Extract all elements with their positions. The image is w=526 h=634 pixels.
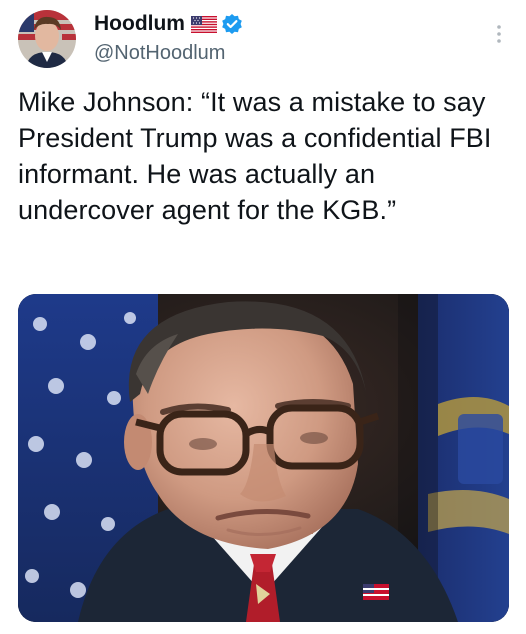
tweet-header: Hoodlum @NotHoodlum bbox=[14, 8, 514, 68]
display-name[interactable]: Hoodlum bbox=[94, 12, 185, 36]
tweet-image[interactable] bbox=[18, 294, 509, 622]
more-options-icon[interactable] bbox=[490, 22, 508, 46]
author-info: Hoodlum @NotHoodlum bbox=[94, 10, 243, 65]
name-row: Hoodlum bbox=[94, 10, 243, 38]
tweet-text: Mike Johnson: “It was a mistake to say P… bbox=[18, 87, 492, 225]
us-flag-icon bbox=[190, 15, 217, 33]
avatar[interactable] bbox=[18, 10, 76, 68]
photo-mike-johnson bbox=[18, 294, 509, 622]
verified-badge-icon[interactable] bbox=[221, 13, 243, 35]
handle[interactable]: @NotHoodlum bbox=[94, 42, 243, 65]
tweet-card[interactable]: Hoodlum @NotHoodlum Mike Johnson: “It wa… bbox=[0, 0, 526, 634]
